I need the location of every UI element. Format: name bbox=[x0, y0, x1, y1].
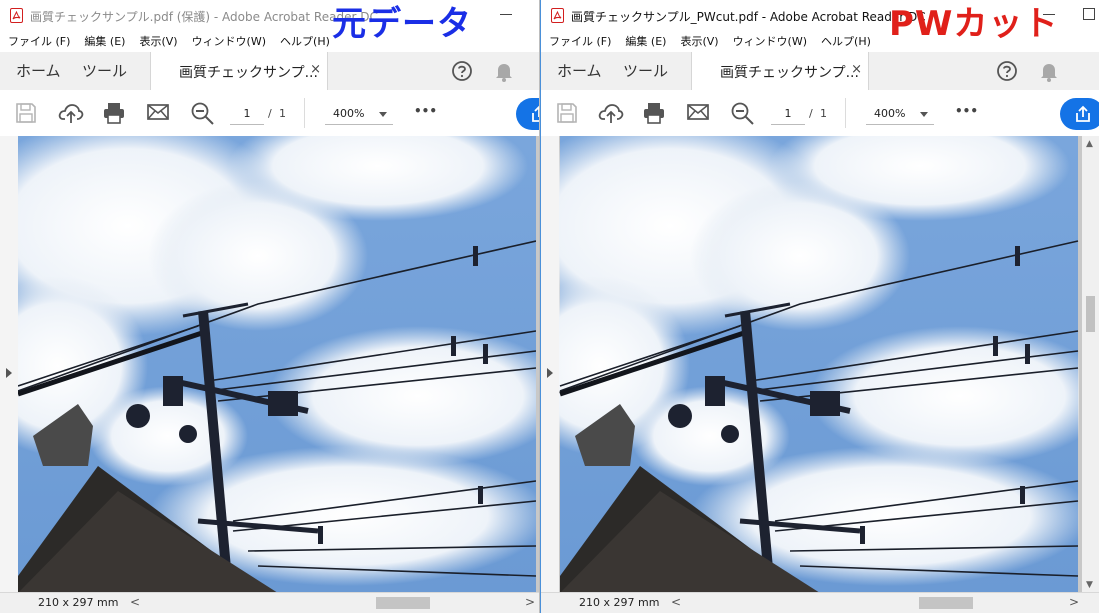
tab-home[interactable]: ホーム bbox=[16, 52, 61, 90]
tab-document-label: 画質チェックサンプ... bbox=[179, 65, 318, 81]
zoom-value: 400% bbox=[333, 107, 365, 120]
chevron-down-icon bbox=[379, 112, 387, 117]
toolbar: 1 / 1 400% ••• bbox=[541, 90, 1099, 137]
zoom-value: 400% bbox=[874, 107, 906, 120]
horizontal-scroll-thumb[interactable] bbox=[376, 597, 430, 609]
page-photo bbox=[559, 136, 1079, 593]
scroll-up-arrow-icon[interactable]: ▲ bbox=[1086, 139, 1093, 149]
menu-help[interactable]: ヘルプ(H) bbox=[280, 32, 330, 52]
status-bar: 210 x 297 mm < > bbox=[0, 592, 539, 613]
page-separator: / bbox=[809, 107, 813, 120]
window-title: 画質チェックサンプル.pdf (保護) - Adobe Acrobat Read… bbox=[30, 10, 378, 24]
scroll-right-button[interactable]: > bbox=[1069, 595, 1079, 609]
menu-view[interactable]: 表示(V) bbox=[139, 32, 177, 52]
page-size-label: 210 x 297 mm bbox=[579, 596, 660, 609]
page-photo bbox=[18, 136, 536, 593]
print-icon[interactable] bbox=[642, 101, 666, 125]
scroll-right-button[interactable]: > bbox=[525, 595, 535, 609]
tab-bar: ホーム ツール 画質チェックサンプ... × bbox=[0, 52, 539, 91]
help-icon[interactable] bbox=[451, 60, 473, 82]
status-bar: 210 x 297 mm < > bbox=[541, 592, 1099, 613]
zoom-out-icon[interactable] bbox=[190, 101, 216, 127]
menu-bar: ファイル (F) 編集 (E) 表示(V) ウィンドウ(W) ヘルプ(H) bbox=[0, 32, 539, 52]
share-button[interactable] bbox=[516, 98, 539, 130]
menu-window[interactable]: ウィンドウ(W) bbox=[192, 32, 266, 52]
minimize-button[interactable] bbox=[500, 8, 512, 20]
upload-icon[interactable] bbox=[58, 101, 84, 125]
menu-edit[interactable]: 編集 (E) bbox=[84, 32, 125, 52]
page-total: 1 bbox=[279, 107, 286, 120]
right-window: 画質チェックサンプル_PWcut.pdf - Adobe Acrobat Rea… bbox=[540, 0, 1099, 613]
tab-close-button[interactable]: × bbox=[851, 62, 862, 77]
document-viewport[interactable] bbox=[0, 136, 539, 613]
tab-close-button[interactable]: × bbox=[310, 62, 321, 77]
chevron-right-icon bbox=[6, 368, 12, 378]
menu-edit[interactable]: 編集 (E) bbox=[625, 32, 666, 52]
email-icon[interactable] bbox=[146, 102, 170, 122]
bell-icon[interactable] bbox=[494, 60, 514, 82]
maximize-button[interactable] bbox=[1083, 8, 1095, 20]
pdf-file-icon bbox=[10, 8, 23, 23]
horizontal-scroll-thumb[interactable] bbox=[919, 597, 973, 609]
menu-bar: ファイル (F) 編集 (E) 表示(V) ウィンドウ(W) ヘルプ(H) bbox=[541, 32, 1099, 52]
share-icon bbox=[1076, 105, 1090, 122]
vertical-scrollbar[interactable]: ▲ ▼ bbox=[1082, 136, 1099, 593]
help-icon[interactable] bbox=[996, 60, 1018, 82]
toolbar: 1 / 1 400% ••• bbox=[0, 90, 539, 137]
side-panel-toggle[interactable] bbox=[541, 136, 559, 613]
page-number-input[interactable]: 1 bbox=[230, 104, 264, 125]
tab-document-label: 画質チェックサンプ... bbox=[720, 65, 859, 81]
share-button[interactable] bbox=[1060, 98, 1099, 130]
tab-tools[interactable]: ツール bbox=[82, 52, 127, 90]
pdf-file-icon bbox=[551, 8, 564, 23]
menu-view[interactable]: 表示(V) bbox=[680, 32, 718, 52]
zoom-select[interactable]: 400% bbox=[866, 104, 934, 125]
email-icon[interactable] bbox=[686, 102, 710, 122]
scroll-down-arrow-icon[interactable]: ▼ bbox=[1086, 580, 1093, 590]
toolbar-divider bbox=[304, 98, 305, 128]
page-separator: / bbox=[268, 107, 272, 120]
page-number-input[interactable]: 1 bbox=[771, 104, 805, 125]
menu-help[interactable]: ヘルプ(H) bbox=[821, 32, 871, 52]
more-tools-button[interactable]: ••• bbox=[414, 104, 437, 118]
scroll-left-button[interactable]: < bbox=[671, 595, 681, 609]
scroll-left-button[interactable]: < bbox=[130, 595, 140, 609]
more-tools-button[interactable]: ••• bbox=[955, 104, 978, 118]
chevron-right-icon bbox=[547, 368, 553, 378]
menu-window[interactable]: ウィンドウ(W) bbox=[733, 32, 807, 52]
side-panel-toggle[interactable] bbox=[0, 136, 18, 613]
bell-icon[interactable] bbox=[1039, 60, 1059, 82]
chevron-down-icon bbox=[920, 112, 928, 117]
print-icon[interactable] bbox=[102, 101, 126, 125]
page-size-label: 210 x 297 mm bbox=[38, 596, 119, 609]
page-total: 1 bbox=[820, 107, 827, 120]
menu-file[interactable]: ファイル (F) bbox=[549, 32, 611, 52]
vertical-scroll-thumb[interactable] bbox=[1086, 296, 1095, 332]
tab-document[interactable]: 画質チェックサンプ... × bbox=[691, 52, 869, 91]
upload-icon[interactable] bbox=[598, 101, 624, 125]
window-title: 画質チェックサンプル_PWcut.pdf - Adobe Acrobat Rea… bbox=[571, 10, 926, 24]
tab-tools[interactable]: ツール bbox=[623, 52, 668, 90]
tab-home[interactable]: ホーム bbox=[557, 52, 602, 90]
zoom-out-icon[interactable] bbox=[730, 101, 756, 127]
tab-document[interactable]: 画質チェックサンプ... × bbox=[150, 52, 328, 91]
zoom-select[interactable]: 400% bbox=[325, 104, 393, 125]
menu-file[interactable]: ファイル (F) bbox=[8, 32, 70, 52]
toolbar-divider bbox=[845, 98, 846, 128]
left-window: 画質チェックサンプル.pdf (保護) - Adobe Acrobat Read… bbox=[0, 0, 540, 613]
save-icon[interactable] bbox=[15, 102, 37, 124]
tab-bar: ホーム ツール 画質チェックサンプ... × bbox=[541, 52, 1099, 91]
save-icon[interactable] bbox=[556, 102, 578, 124]
document-viewport[interactable]: ▲ ▼ bbox=[541, 136, 1099, 613]
share-icon bbox=[532, 105, 539, 122]
